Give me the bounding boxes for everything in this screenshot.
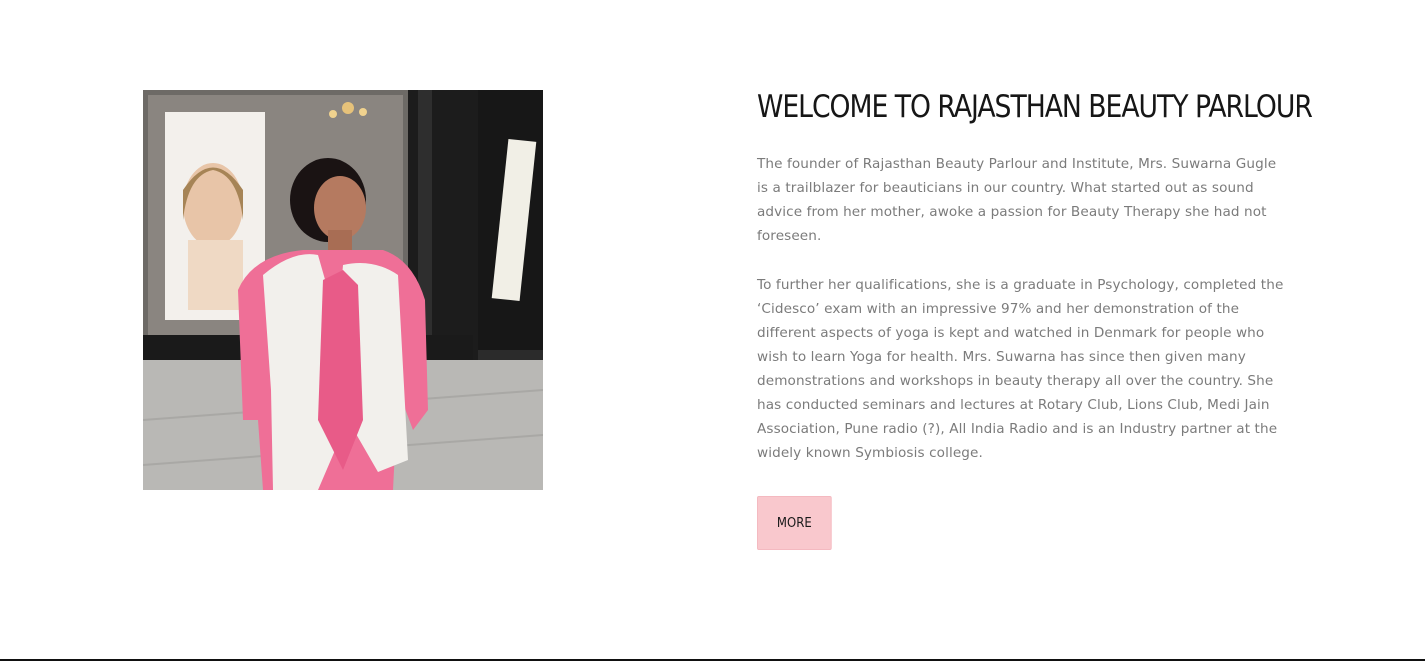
- qualifications-paragraph: To further her qualifications, she is a …: [757, 277, 1284, 461]
- intro-paragraph: The founder of Rajasthan Beauty Parlour …: [757, 156, 1277, 244]
- founder-photo: [143, 90, 543, 490]
- about-section: WELCOME TO RAJASTHAN BEAUTY PARLOUR The …: [0, 0, 1425, 661]
- page-title: WELCOME TO RAJASTHAN BEAUTY PARLOUR: [757, 89, 1313, 125]
- more-button[interactable]: MORE: [757, 496, 832, 550]
- about-content: WELCOME TO RAJASTHAN BEAUTY PARLOUR The …: [757, 88, 1313, 550]
